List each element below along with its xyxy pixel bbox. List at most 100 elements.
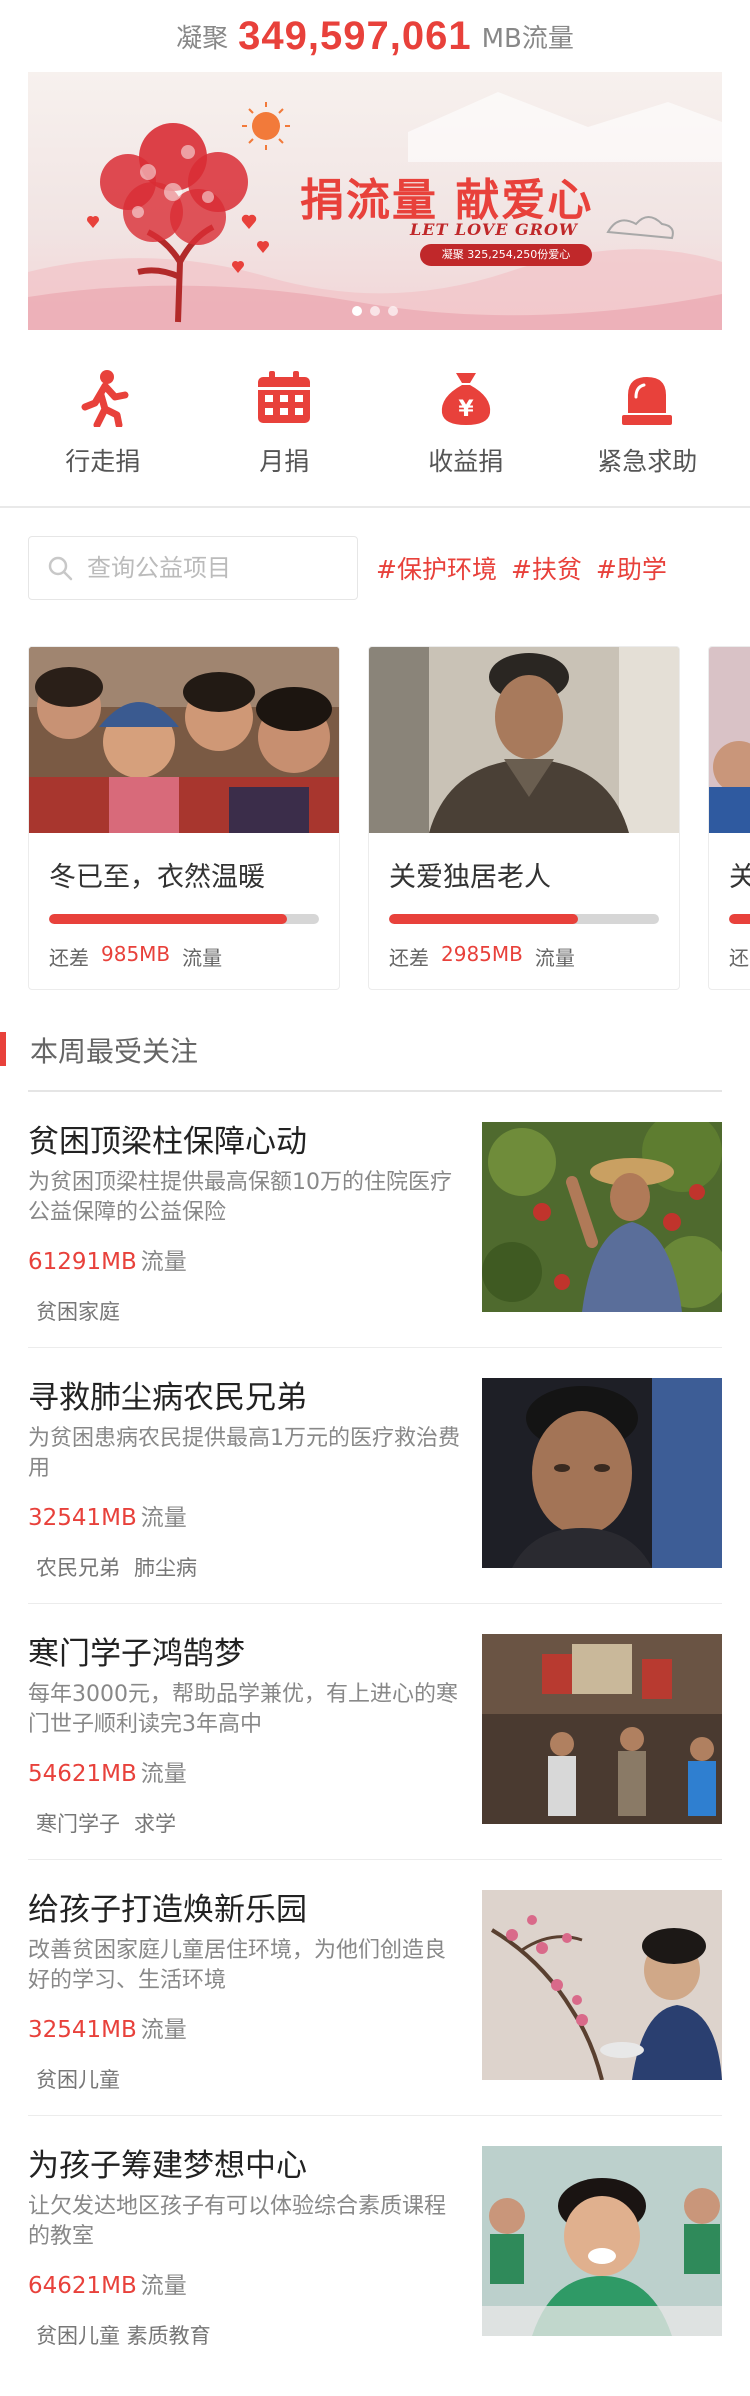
project-info: 寒门学子鸿鹄梦 每年3000元，帮助品学兼优，有上进心的寒门世子顺利读完3年高中…	[28, 1634, 482, 1859]
project-thumbnail	[482, 1122, 722, 1312]
hot-tag-environment[interactable]: #保护环境	[376, 550, 497, 586]
featured-card-progress	[389, 914, 659, 924]
project-tags: 农民兄弟 肺尘病	[28, 1552, 462, 1582]
featured-card-progress	[49, 914, 319, 924]
progress-fill	[389, 914, 578, 924]
featured-card-remaining: 还差 985MB 流量	[29, 924, 339, 971]
remaining-unit: 流量	[534, 946, 575, 970]
amount-unit: 流量	[140, 1249, 187, 1275]
search-icon	[48, 556, 73, 581]
progress-fill	[729, 914, 750, 924]
featured-card-title: 关爱独居老人	[389, 862, 551, 893]
hot-tag-poverty[interactable]: #扶贫	[511, 550, 582, 586]
banner-dot[interactable]	[352, 306, 362, 316]
promo-banner[interactable]: 捐流量 献爱心 LET LOVE GROW 凝聚 325,254,250份爱心	[28, 72, 722, 330]
project-tag: 农民兄弟	[36, 1556, 120, 1580]
featured-projects: 冬已至，衣然温暖 还差 985MB 流量 关爱独居老人 还差 2985MB 流量…	[0, 610, 750, 990]
category-emergency[interactable]: 紧急求助	[577, 368, 717, 506]
project-thumbnail	[482, 1378, 722, 1568]
weekly-popular-header: 本周最受关注	[0, 990, 750, 1090]
amount-unit: 流量	[140, 2017, 187, 2043]
category-monthly[interactable]: 月捐	[214, 368, 354, 506]
alarm-light-icon	[617, 368, 677, 428]
search-input[interactable]	[87, 554, 327, 582]
remaining-unit: 流量	[182, 946, 223, 970]
project-description: 为贫困患病农民提供最高1万元的医疗救治费用	[28, 1426, 460, 1481]
counter-unit: MB流量	[481, 23, 574, 54]
project-list-item[interactable]: 贫困顶梁柱保障心动 为贫困顶梁柱提供最高保额10万的住院医疗公益保障的公益保险 …	[28, 1092, 722, 1348]
progress-fill	[49, 914, 287, 924]
project-description: 为贫困顶梁柱提供最高保额10万的住院医疗公益保障的公益保险	[28, 1170, 452, 1225]
donation-categories: 行走捐 月捐 ¥ 收益捐 紧急求助	[0, 330, 750, 506]
project-list-item[interactable]: 为孩子筹建梦想中心 让欠发达地区孩子有可以体验综合素质课程的教室 64621MB…	[28, 2116, 722, 2372]
project-list-item[interactable]: 给孩子打造焕新乐园 改善贫困家庭儿童居住环境，为他们创造良好的学习、生活环境 3…	[28, 1860, 722, 2116]
amount-unit: 流量	[140, 2273, 187, 2299]
walking-person-icon	[73, 368, 133, 428]
money-bag-icon: ¥	[436, 368, 496, 428]
project-info: 给孩子打造焕新乐园 改善贫困家庭儿童居住环境，为他们创造良好的学习、生活环境 3…	[28, 1890, 482, 2115]
project-description: 让欠发达地区孩子有可以体验综合素质课程的教室	[28, 2194, 447, 2249]
project-info: 寻救肺尘病农民兄弟 为贫困患病农民提供最高1万元的医疗救治费用 32541MB 流…	[28, 1378, 482, 1603]
category-label: 收益捐	[428, 447, 504, 476]
counter-prefix: 凝聚	[176, 23, 229, 54]
project-thumbnail	[482, 2146, 722, 2336]
banner-dot[interactable]	[388, 306, 398, 316]
featured-card-remaining: 还	[709, 924, 750, 971]
project-tag: 寒门学子	[36, 1812, 120, 1836]
remaining-prefix: 还	[729, 946, 749, 970]
project-title: 寻救肺尘病农民兄弟	[28, 1380, 307, 1416]
project-amount: 61291MB 流量	[28, 1242, 462, 1276]
featured-card[interactable]: 关爱独居老人 还差 2985MB 流量	[368, 646, 680, 990]
featured-card-progress	[729, 914, 750, 924]
banner-title: 捐流量 献爱心	[300, 175, 594, 226]
project-tag: 贫困儿童 素质教育	[36, 2324, 211, 2348]
calendar-icon	[254, 368, 314, 428]
project-description: 每年3000元，帮助品学兼优，有上进心的寒门世子顺利读完3年高中	[28, 1682, 458, 1737]
search-box[interactable]	[28, 536, 358, 600]
remaining-prefix: 还差	[389, 946, 429, 970]
project-tag: 肺尘病	[134, 1556, 197, 1580]
featured-card[interactable]: 冬已至，衣然温暖 还差 985MB 流量	[28, 646, 340, 990]
featured-card[interactable]: 关 还	[708, 646, 750, 990]
project-list-item[interactable]: 寻救肺尘病农民兄弟 为贫困患病农民提供最高1万元的医疗救治费用 32541MB 流…	[28, 1348, 722, 1604]
featured-card-title: 冬已至，衣然温暖	[49, 862, 265, 893]
hot-tag-education[interactable]: #助学	[596, 550, 667, 586]
banner-pagination[interactable]	[28, 306, 722, 316]
featured-card-image	[709, 647, 750, 833]
total-flow-counter: 凝聚 349,597,061 MB流量	[0, 0, 750, 72]
counter-value: 349,597,061	[238, 13, 472, 58]
amount-value: 32541MB	[28, 1505, 137, 1531]
project-amount: 64621MB 流量	[28, 2266, 462, 2300]
featured-card-image	[29, 647, 339, 833]
amount-value: 32541MB	[28, 2017, 137, 2043]
category-label: 行走捐	[65, 447, 141, 476]
project-title: 为孩子筹建梦想中心	[28, 2148, 307, 2184]
category-label: 紧急求助	[597, 447, 698, 476]
project-tags: 贫困儿童 素质教育	[28, 2320, 462, 2350]
category-walking[interactable]: 行走捐	[33, 368, 173, 506]
featured-card-image	[369, 647, 679, 833]
project-list-item[interactable]: 寒门学子鸿鹄梦 每年3000元，帮助品学兼优，有上进心的寒门世子顺利读完3年高中…	[28, 1604, 722, 1860]
banner-love-count: 凝聚 325,254,250份爱心	[420, 244, 592, 266]
project-title: 给孩子打造焕新乐园	[28, 1892, 307, 1928]
project-info: 为孩子筹建梦想中心 让欠发达地区孩子有可以体验综合素质课程的教室 64621MB…	[28, 2146, 482, 2372]
featured-card-title: 关	[709, 833, 750, 894]
banner-subtitle: LET LOVE GROW	[410, 220, 578, 239]
project-title: 贫困顶梁柱保障心动	[28, 1124, 307, 1160]
project-amount: 32541MB 流量	[28, 1498, 462, 1532]
project-amount: 32541MB 流量	[28, 2010, 462, 2044]
project-description: 改善贫困家庭儿童居住环境，为他们创造良好的学习、生活环境	[28, 1938, 447, 1993]
remaining-prefix: 还差	[49, 946, 89, 970]
featured-card-remaining: 还差 2985MB 流量	[369, 924, 679, 971]
amount-unit: 流量	[140, 1505, 187, 1531]
hot-tags: #保护环境 #扶贫 #助学	[376, 550, 667, 586]
project-info: 贫困顶梁柱保障心动 为贫困顶梁柱提供最高保额10万的住院医疗公益保障的公益保险 …	[28, 1122, 482, 1347]
project-amount: 54621MB 流量	[28, 1754, 462, 1788]
banner-dot[interactable]	[370, 306, 380, 316]
category-earnings[interactable]: ¥ 收益捐	[396, 368, 536, 506]
category-label: 月捐	[259, 447, 310, 476]
project-title: 寒门学子鸿鹄梦	[28, 1636, 245, 1672]
amount-value: 61291MB	[28, 1249, 137, 1275]
project-tag: 贫困家庭	[36, 1300, 120, 1324]
search-row: #保护环境 #扶贫 #助学	[0, 508, 750, 610]
